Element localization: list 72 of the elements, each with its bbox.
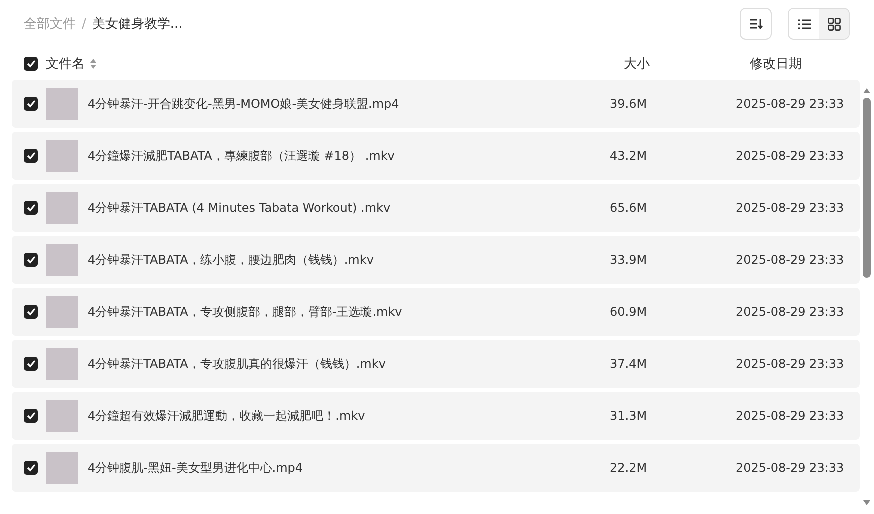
video-thumbnail-placeholder — [46, 88, 78, 120]
check-icon — [26, 412, 36, 420]
file-name: 4分钟暴汗TABATA，练小腹，腰边肥肉（钱钱）.mkv — [88, 252, 375, 268]
video-thumbnail-placeholder — [46, 244, 78, 276]
video-thumbnail-placeholder — [46, 140, 78, 172]
file-size: 31.3M — [610, 409, 648, 423]
file-row[interactable]: 4分钟暴汗TABATA (4 Minutes Tabata Workout) .mkv 65.6M 2025-08-29 23:33 — [12, 184, 860, 232]
select-all-checkbox[interactable] — [24, 57, 38, 71]
file-name: 4分鐘超有效爆汗減肥運動，收藏一起減肥吧！.mkv — [88, 408, 366, 424]
breadcrumb-separator: / — [82, 16, 86, 32]
file-row[interactable]: 4分钟暴汗TABATA，专攻侧腹部，腿部，臂部-王选璇.mkv 60.9M 2025-08-29 23:33 — [12, 288, 860, 336]
check-icon — [26, 464, 36, 472]
file-row[interactable]: 4分鐘爆汗減肥TABATA，專練腹部（汪選璇 #18） .mkv 43.2M 2025-08-29 23:33 — [12, 132, 860, 180]
file-size: 43.2M — [610, 149, 648, 163]
check-icon — [26, 100, 36, 108]
row-checkbox[interactable] — [24, 461, 38, 475]
check-icon — [26, 60, 36, 68]
row-checkbox[interactable] — [24, 305, 38, 319]
file-name: 4分钟暴汗TABATA，专攻侧腹部，腿部，臂部-王选璇.mkv — [88, 304, 404, 320]
modified-date: 2025-08-29 23:33 — [736, 357, 846, 371]
modified-date: 2025-08-29 23:33 — [736, 305, 846, 319]
check-icon — [26, 152, 36, 160]
scroll-down-icon[interactable] — [863, 500, 871, 506]
modified-date: 2025-08-29 23:33 — [736, 149, 846, 163]
file-size: 65.6M — [610, 201, 648, 215]
file-name: 4分钟暴汗-开合跳变化-黑男-MOMO娘-美女健身联盟.mp4 — [88, 96, 400, 112]
video-thumbnail-placeholder — [46, 192, 78, 224]
sort-button[interactable] — [740, 8, 772, 40]
modified-date: 2025-08-29 23:33 — [736, 201, 846, 215]
file-name: 4分钟暴汗TABATA (4 Minutes Tabata Workout) .mkv — [88, 200, 392, 216]
file-size: 39.6M — [610, 97, 648, 111]
row-checkbox[interactable] — [24, 97, 38, 111]
check-icon — [26, 308, 36, 316]
file-name: 4分钟腹肌-黑妞-美女型男进化中心.mp4 — [88, 460, 304, 476]
scrollbar-thumb[interactable] — [863, 98, 871, 278]
list-icon — [798, 18, 810, 30]
size-column-header: 大小 — [624, 56, 651, 73]
file-name: 4分钟暴汗TABATA，专攻腹肌真的很爆汗（钱钱）.mkv — [88, 356, 387, 372]
modified-date: 2025-08-29 23:33 — [736, 409, 846, 423]
sort-arrows-icon[interactable] — [90, 58, 97, 70]
modified-date: 2025-08-29 23:33 — [736, 253, 846, 267]
scroll-up-icon[interactable] — [863, 88, 871, 94]
file-size: 60.9M — [610, 305, 648, 319]
file-size: 22.2M — [610, 461, 648, 475]
file-row[interactable]: 4分钟腹肌-黑妞-美女型男进化中心.mp4 22.2M 2025-08-29 23:33 — [12, 444, 860, 492]
file-row[interactable]: 4分鐘超有效爆汗減肥運動，收藏一起減肥吧！.mkv 31.3M 2025-08-29 23:33 — [12, 392, 860, 440]
row-checkbox[interactable] — [24, 201, 38, 215]
video-thumbnail-placeholder — [46, 296, 78, 328]
modified-date: 2025-08-29 23:33 — [736, 461, 846, 475]
breadcrumb-item: 美女健身教学... — [92, 16, 183, 33]
grid-icon — [828, 18, 840, 30]
row-checkbox[interactable] — [24, 253, 38, 267]
file-row[interactable]: 4分钟暴汗-开合跳变化-黑男-MOMO娘-美女健身联盟.mp4 39.6M 2025-08-29 23:33 — [12, 80, 860, 128]
check-icon — [26, 256, 36, 264]
row-checkbox[interactable] — [24, 357, 38, 371]
row-checkbox[interactable] — [24, 409, 38, 423]
check-icon — [26, 360, 36, 368]
date-column-header: 修改日期 — [750, 56, 803, 73]
video-thumbnail-placeholder — [46, 348, 78, 380]
check-icon — [26, 204, 36, 212]
file-name: 4分鐘爆汗減肥TABATA，專練腹部（汪選璇 #18） .mkv — [88, 148, 396, 164]
file-size: 37.4M — [610, 357, 648, 371]
file-row[interactable]: 4分钟暴汗TABATA，专攻腹肌真的很爆汗（钱钱）.mkv 37.4M 2025-08-29 23:33 — [12, 340, 860, 388]
row-checkbox[interactable] — [24, 149, 38, 163]
modified-date: 2025-08-29 23:33 — [736, 97, 846, 111]
name-column-header[interactable]: 文件名 — [46, 55, 85, 73]
file-row[interactable]: 4分钟暴汗TABATA，练小腹，腰边肥肉（钱钱）.mkv 33.9M 2025-08-29 23:33 — [12, 236, 860, 284]
grid-view-button[interactable] — [819, 9, 849, 39]
sort-icon — [749, 18, 763, 30]
video-thumbnail-placeholder — [46, 400, 78, 432]
file-size: 33.9M — [610, 253, 648, 267]
video-thumbnail-placeholder — [46, 452, 78, 484]
